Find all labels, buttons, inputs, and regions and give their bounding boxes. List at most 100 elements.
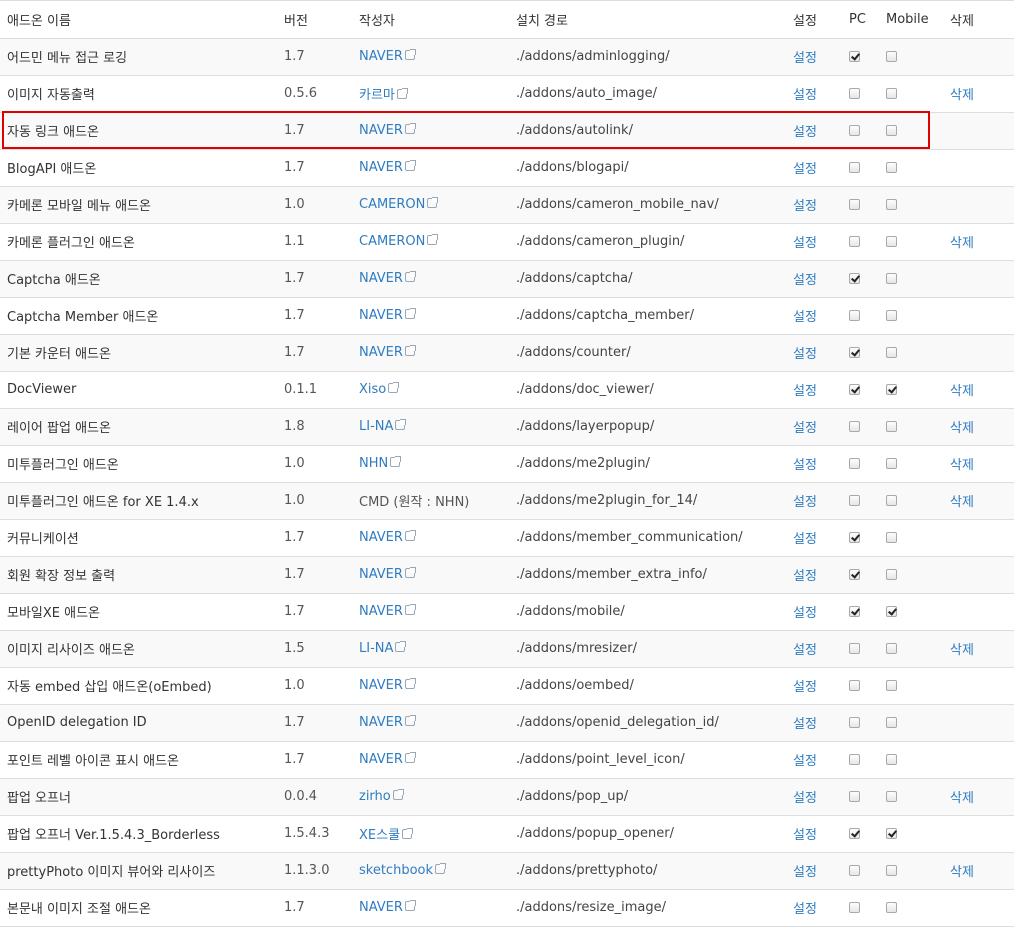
pc-checkbox[interactable] <box>849 347 860 358</box>
mobile-checkbox[interactable] <box>886 717 897 728</box>
settings-link[interactable]: 설정 <box>793 421 817 436</box>
pc-checkbox[interactable] <box>849 384 860 395</box>
pc-checkbox[interactable] <box>849 606 860 617</box>
settings-link[interactable]: 설정 <box>793 643 817 658</box>
pc-checkbox[interactable] <box>849 569 860 580</box>
pc-checkbox[interactable] <box>849 680 860 691</box>
pc-checkbox[interactable] <box>849 125 860 136</box>
mobile-checkbox[interactable] <box>886 495 897 506</box>
pc-checkbox[interactable] <box>849 828 860 839</box>
author-link[interactable]: NAVER <box>359 308 416 323</box>
settings-link[interactable]: 설정 <box>793 273 817 288</box>
pc-checkbox[interactable] <box>849 162 860 173</box>
author-link[interactable]: NAVER <box>359 530 416 545</box>
pc-checkbox[interactable] <box>849 421 860 432</box>
author-link[interactable]: 카르마 <box>359 88 408 103</box>
pc-checkbox[interactable] <box>849 458 860 469</box>
mobile-checkbox[interactable] <box>886 680 897 691</box>
pc-checkbox[interactable] <box>849 51 860 62</box>
author-link[interactable]: Xiso <box>359 382 400 397</box>
mobile-checkbox[interactable] <box>886 236 897 247</box>
pc-checkbox[interactable] <box>849 865 860 876</box>
author-link[interactable]: NAVER <box>359 123 416 138</box>
author-link[interactable]: NAVER <box>359 160 416 175</box>
mobile-checkbox[interactable] <box>886 458 897 469</box>
settings-link[interactable]: 설정 <box>793 384 817 399</box>
delete-link[interactable]: 삭제 <box>950 236 974 251</box>
settings-link[interactable]: 설정 <box>793 125 817 140</box>
settings-link[interactable]: 설정 <box>793 236 817 251</box>
author-link[interactable]: NAVER <box>359 271 416 286</box>
mobile-checkbox[interactable] <box>886 310 897 321</box>
mobile-checkbox[interactable] <box>886 125 897 136</box>
author-link[interactable]: NAVER <box>359 678 416 693</box>
author-link[interactable]: NAVER <box>359 752 416 767</box>
mobile-checkbox[interactable] <box>886 273 897 284</box>
settings-link[interactable]: 설정 <box>793 569 817 584</box>
mobile-checkbox[interactable] <box>886 606 897 617</box>
mobile-checkbox[interactable] <box>886 347 897 358</box>
settings-link[interactable]: 설정 <box>793 717 817 732</box>
author-link[interactable]: NAVER <box>359 715 416 730</box>
pc-checkbox[interactable] <box>849 495 860 506</box>
author-link[interactable]: zirho <box>359 789 404 804</box>
delete-link[interactable]: 삭제 <box>950 495 974 510</box>
settings-link[interactable]: 설정 <box>793 828 817 843</box>
pc-checkbox[interactable] <box>849 754 860 765</box>
mobile-checkbox[interactable] <box>886 51 897 62</box>
settings-link[interactable]: 설정 <box>793 865 817 880</box>
pc-checkbox[interactable] <box>849 791 860 802</box>
pc-checkbox[interactable] <box>849 88 860 99</box>
delete-link[interactable]: 삭제 <box>950 791 974 806</box>
author-link[interactable]: NAVER <box>359 567 416 582</box>
mobile-checkbox[interactable] <box>886 791 897 802</box>
settings-link[interactable]: 설정 <box>793 606 817 621</box>
delete-link[interactable]: 삭제 <box>950 643 974 658</box>
delete-link[interactable]: 삭제 <box>950 384 974 399</box>
pc-checkbox[interactable] <box>849 310 860 321</box>
author-link[interactable]: NAVER <box>359 900 416 915</box>
settings-link[interactable]: 설정 <box>793 310 817 325</box>
settings-link[interactable]: 설정 <box>793 162 817 177</box>
pc-checkbox[interactable] <box>849 643 860 654</box>
settings-link[interactable]: 설정 <box>793 88 817 103</box>
author-link[interactable]: CAMERON <box>359 197 439 212</box>
pc-checkbox[interactable] <box>849 273 860 284</box>
author-link[interactable]: LI-NA <box>359 641 407 656</box>
mobile-checkbox[interactable] <box>886 865 897 876</box>
settings-link[interactable]: 설정 <box>793 51 817 66</box>
mobile-checkbox[interactable] <box>886 162 897 173</box>
delete-link[interactable]: 삭제 <box>950 421 974 436</box>
settings-link[interactable]: 설정 <box>793 902 817 917</box>
settings-link[interactable]: 설정 <box>793 791 817 806</box>
settings-link[interactable]: 설정 <box>793 495 817 510</box>
pc-checkbox[interactable] <box>849 199 860 210</box>
author-link[interactable]: XE스쿨 <box>359 828 414 843</box>
mobile-checkbox[interactable] <box>886 421 897 432</box>
pc-checkbox[interactable] <box>849 717 860 728</box>
mobile-checkbox[interactable] <box>886 199 897 210</box>
author-link[interactable]: NHN <box>359 456 402 471</box>
author-link[interactable]: sketchbook <box>359 863 447 878</box>
author-link[interactable]: NAVER <box>359 604 416 619</box>
settings-link[interactable]: 설정 <box>793 754 817 769</box>
delete-link[interactable]: 삭제 <box>950 458 974 473</box>
settings-link[interactable]: 설정 <box>793 458 817 473</box>
delete-link[interactable]: 삭제 <box>950 88 974 103</box>
author-link[interactable]: NAVER <box>359 49 416 64</box>
settings-link[interactable]: 설정 <box>793 680 817 695</box>
author-link[interactable]: LI-NA <box>359 419 407 434</box>
pc-checkbox[interactable] <box>849 532 860 543</box>
settings-link[interactable]: 설정 <box>793 532 817 547</box>
delete-link[interactable]: 삭제 <box>950 865 974 880</box>
pc-checkbox[interactable] <box>849 902 860 913</box>
mobile-checkbox[interactable] <box>886 384 897 395</box>
mobile-checkbox[interactable] <box>886 532 897 543</box>
mobile-checkbox[interactable] <box>886 643 897 654</box>
mobile-checkbox[interactable] <box>886 569 897 580</box>
mobile-checkbox[interactable] <box>886 828 897 839</box>
settings-link[interactable]: 설정 <box>793 199 817 214</box>
settings-link[interactable]: 설정 <box>793 347 817 362</box>
author-link[interactable]: NAVER <box>359 345 416 360</box>
mobile-checkbox[interactable] <box>886 88 897 99</box>
